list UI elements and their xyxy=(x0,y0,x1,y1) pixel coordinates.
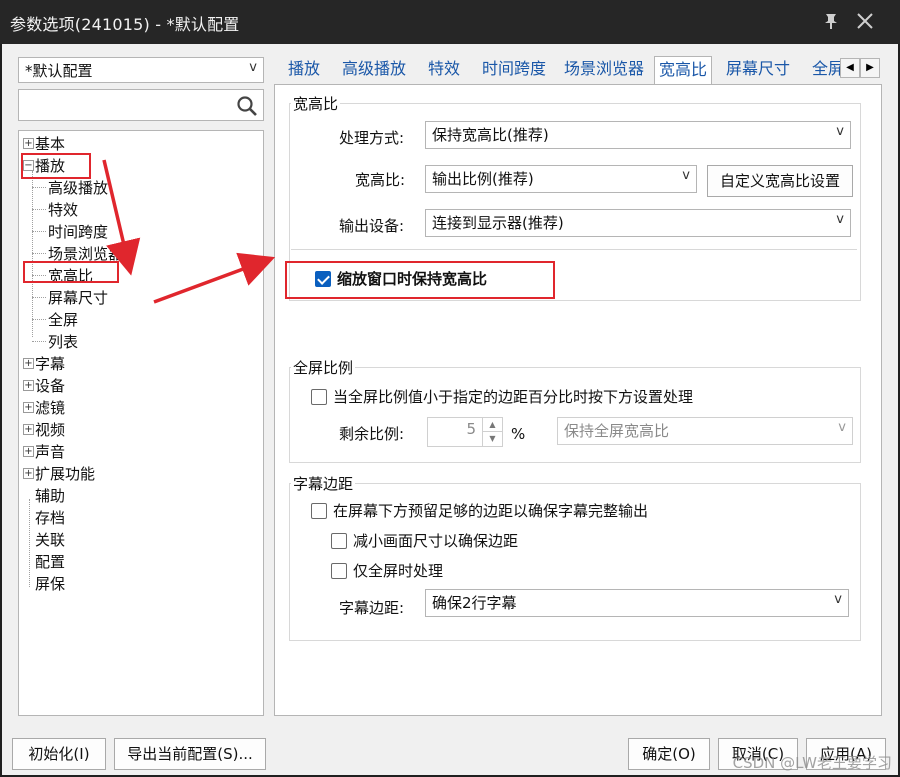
tree-guide xyxy=(32,231,46,232)
device-label: 输出设备: xyxy=(339,217,405,235)
tree-item-fullscreen[interactable]: 全屏 xyxy=(48,309,78,331)
tree-item-advanced-play[interactable]: 高级播放 xyxy=(48,177,108,199)
annotation-box-aspect xyxy=(23,261,119,283)
chevron-down-icon: v xyxy=(836,212,844,227)
chevron-down-icon: v xyxy=(838,420,846,435)
expand-icon[interactable]: + xyxy=(23,446,34,457)
aspect-divider xyxy=(291,249,857,250)
tree-item-assist[interactable]: 辅助 xyxy=(35,485,65,507)
tree-item-archive[interactable]: 存档 xyxy=(35,507,65,529)
tree-guide xyxy=(32,209,46,210)
expand-icon[interactable]: + xyxy=(23,424,34,435)
reserve-margin-checkbox[interactable] xyxy=(311,503,327,519)
aspect-ratio-page: 宽高比 处理方式: 保持宽高比(推荐) v 宽高比: 宽高比: 输出比例(推荐)… xyxy=(274,84,882,716)
fullscreen-threshold-checkbox[interactable] xyxy=(311,389,327,405)
reserve-margin-label[interactable]: 在屏幕下方预留足够的边距以确保字幕完整输出 xyxy=(333,500,648,521)
profile-select[interactable]: *默认配置 v xyxy=(18,57,264,83)
search-input[interactable] xyxy=(18,89,264,121)
fullscreen-only-label[interactable]: 仅全屏时处理 xyxy=(353,560,443,581)
init-button[interactable]: 初始化(I) xyxy=(12,738,106,770)
search-icon[interactable] xyxy=(235,94,259,118)
fullscreen-threshold-label[interactable]: 当全屏比例值小于指定的边距百分比时按下方设置处理 xyxy=(333,386,693,407)
margin-select[interactable]: 确保2行字幕 v xyxy=(425,589,849,617)
tree-guide xyxy=(32,187,46,188)
method-select[interactable]: 保持宽高比(推荐) v xyxy=(425,121,851,149)
chevron-down-icon: v xyxy=(249,60,257,75)
tree-item-screensaver[interactable]: 屏保 xyxy=(35,573,65,595)
chevron-down-icon: v xyxy=(834,592,842,607)
tab-advanced-play[interactable]: 高级播放 xyxy=(338,56,410,84)
tab-strip: 播放 高级播放 特效 时间跨度 场景浏览器 宽高比 屏幕尺寸 全屏 xyxy=(274,56,846,84)
chevron-down-icon: v xyxy=(836,124,844,139)
fullscreen-mode-select[interactable]: 保持全屏宽高比 v xyxy=(557,417,853,445)
expand-icon[interactable]: + xyxy=(23,138,34,149)
profile-select-value: *默认配置 xyxy=(25,62,93,80)
tab-aspect-ratio[interactable]: 宽高比 xyxy=(654,56,713,84)
margin-label: 字幕边距: xyxy=(339,599,405,617)
tab-screen-size[interactable]: 屏幕尺寸 xyxy=(722,56,794,84)
tree-item-association[interactable]: 关联 xyxy=(35,529,65,551)
tree-item-config[interactable]: 配置 xyxy=(35,551,65,573)
title-bar: 参数选项(241015) - *默认配置 xyxy=(0,0,900,44)
export-config-button[interactable]: 导出当前配置(S)... xyxy=(114,738,266,770)
ratio-label-text: 宽高比: xyxy=(355,171,406,189)
aspect-group-title: 宽高比 xyxy=(291,93,341,114)
annotation-box-keep xyxy=(285,261,555,299)
subtitle-margin-group-title: 字幕边距 xyxy=(291,473,356,494)
close-icon[interactable] xyxy=(854,10,876,32)
tree-guide xyxy=(32,341,46,342)
remain-label: 剩余比例: xyxy=(339,425,405,443)
tree-guide xyxy=(32,253,46,254)
expand-icon[interactable]: + xyxy=(23,380,34,391)
ok-button[interactable]: 确定(O) xyxy=(628,738,710,770)
pin-icon[interactable] xyxy=(820,10,842,32)
shrink-picture-label[interactable]: 减小画面尺寸以确保边距 xyxy=(353,530,518,551)
tree-guide xyxy=(32,319,46,320)
tab-effects[interactable]: 特效 xyxy=(424,56,464,84)
ratio-select[interactable]: 输出比例(推荐) v xyxy=(425,165,697,193)
remain-stepper[interactable]: 5 ▲ ▼ xyxy=(427,417,503,447)
stepper-down-icon[interactable]: ▼ xyxy=(483,432,502,446)
tree-item-effects[interactable]: 特效 xyxy=(48,199,78,221)
chevron-down-icon: v xyxy=(682,168,690,183)
tab-time-span[interactable]: 时间跨度 xyxy=(478,56,550,84)
dialog-body: *默认配置 v + 基本 − 播放 高级播放 特效 时间跨度 场景浏览器 宽高比… xyxy=(2,44,898,775)
percent-sign: % xyxy=(511,425,526,443)
fullscreen-only-checkbox[interactable] xyxy=(331,563,347,579)
custom-aspect-button[interactable]: 自定义宽高比设置 xyxy=(707,165,853,197)
stepper-up-icon[interactable]: ▲ xyxy=(483,418,502,432)
tab-scene-browser[interactable]: 场景浏览器 xyxy=(560,56,648,84)
method-label: 处理方式: xyxy=(339,129,405,147)
expand-icon[interactable]: + xyxy=(23,358,34,369)
watermark: CSDN @LW老王要学习 xyxy=(732,754,892,772)
window-title: 参数选项(241015) - *默认配置 xyxy=(10,15,240,34)
tab-scroll-right-icon[interactable]: ▶ xyxy=(860,58,880,78)
expand-icon[interactable]: + xyxy=(23,468,34,479)
tree-item-screen-size[interactable]: 屏幕尺寸 xyxy=(48,287,108,309)
tab-play[interactable]: 播放 xyxy=(284,56,324,84)
tree-item-playlist[interactable]: 列表 xyxy=(48,331,78,353)
tree-guide xyxy=(29,499,30,587)
device-select[interactable]: 连接到显示器(推荐) v xyxy=(425,209,851,237)
annotation-box-play xyxy=(21,153,91,179)
tab-scroll-left-icon[interactable]: ◀ xyxy=(840,58,860,78)
tree-guide xyxy=(32,171,33,337)
fullscreen-group-title: 全屏比例 xyxy=(291,357,356,378)
expand-icon[interactable]: + xyxy=(23,402,34,413)
tree-guide xyxy=(32,297,46,298)
shrink-picture-checkbox[interactable] xyxy=(331,533,347,549)
stepper-arrows[interactable]: ▲ ▼ xyxy=(482,418,502,446)
options-tree: + 基本 − 播放 高级播放 特效 时间跨度 场景浏览器 宽高比 屏幕尺寸 全屏… xyxy=(18,130,264,716)
fullscreen-group xyxy=(289,367,861,463)
tree-item-time-span[interactable]: 时间跨度 xyxy=(48,221,108,243)
